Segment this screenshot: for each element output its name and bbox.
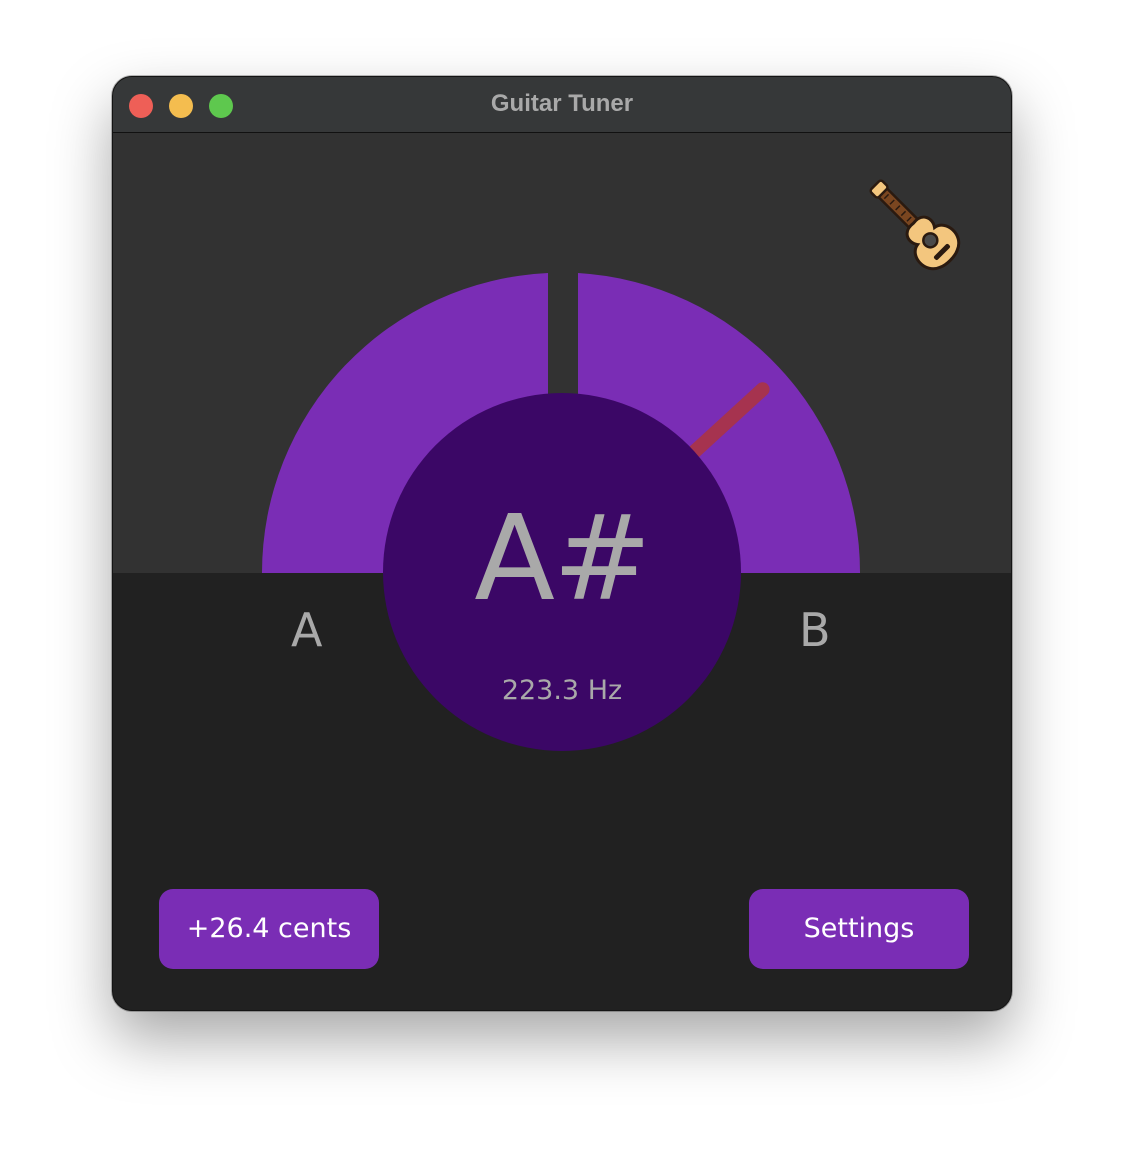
- frequency-readout: 223.3 Hz: [501, 675, 623, 706]
- lower-note-label: A: [291, 603, 323, 657]
- app-window: Guitar Tuner A B A# 223.3 Hz +26.4 cents…: [112, 76, 1012, 1011]
- note-display: A# 223.3 Hz: [383, 393, 741, 751]
- acoustic-guitar-icon: [869, 179, 961, 271]
- settings-button[interactable]: Settings: [749, 889, 969, 969]
- detected-note: A#: [474, 489, 652, 627]
- upper-note-label: B: [799, 603, 831, 657]
- cents-button[interactable]: +26.4 cents: [159, 889, 379, 969]
